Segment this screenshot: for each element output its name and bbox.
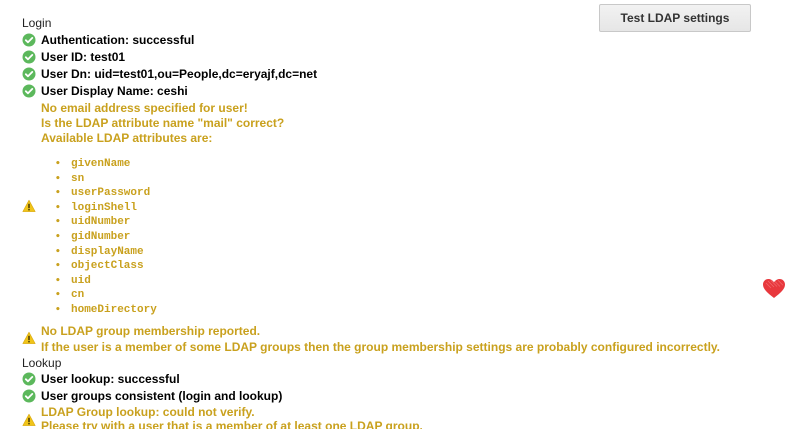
- display-name-text: User Display Name: ceshi: [41, 84, 188, 98]
- list-item: uidNumber: [55, 215, 157, 230]
- group-warning-line2: If the user is a member of some LDAP gro…: [41, 340, 721, 354]
- groups-consistent-status: User groups consistent (login and lookup…: [22, 389, 282, 403]
- check-circle-icon: [22, 67, 36, 81]
- user-id-status: User ID: test01: [22, 50, 125, 64]
- ldap-attribute-list: givenName sn userPassword loginShell uid…: [55, 157, 157, 318]
- check-circle-icon: [22, 84, 36, 98]
- user-lookup-text: User lookup: successful: [41, 372, 180, 386]
- check-circle-icon: [22, 372, 36, 386]
- warning-triangle-icon: [22, 413, 36, 426]
- list-item: objectClass: [55, 259, 157, 274]
- list-item: loginShell: [55, 201, 157, 216]
- list-item: sn: [55, 172, 157, 187]
- warning-triangle-icon: [22, 199, 36, 212]
- group-lookup-warning-line1: LDAP Group lookup: could not verify.: [41, 405, 255, 419]
- user-lookup-status: User lookup: successful: [22, 372, 180, 386]
- group-lookup-warning-line2: Please try with a user that is a member …: [41, 419, 423, 429]
- list-item: homeDirectory: [55, 303, 157, 318]
- group-warning-line1: No LDAP group membership reported.: [41, 324, 261, 338]
- test-ldap-settings-button[interactable]: Test LDAP settings: [599, 4, 751, 32]
- list-item: givenName: [55, 157, 157, 172]
- user-dn-text: User Dn: uid=test01,ou=People,dc=eryajf,…: [41, 67, 318, 81]
- user-dn-status: User Dn: uid=test01,ou=People,dc=eryajf,…: [22, 67, 317, 81]
- authentication-text: Authentication: successful: [41, 33, 195, 47]
- user-id-text: User ID: test01: [41, 50, 126, 64]
- list-item: cn: [55, 288, 157, 303]
- ldap-test-panel: Test LDAP settings Login Authentication:…: [0, 0, 786, 429]
- display-name-status: User Display Name: ceshi: [22, 84, 188, 98]
- groups-consistent-text: User groups consistent (login and lookup…: [41, 389, 283, 403]
- authentication-status: Authentication: successful: [22, 33, 194, 47]
- list-item: gidNumber: [55, 230, 157, 245]
- check-circle-icon: [22, 33, 36, 47]
- list-item: userPassword: [55, 186, 157, 201]
- email-warning-line3: Available LDAP attributes are:: [41, 131, 213, 145]
- email-warning-line2: Is the LDAP attribute name "mail" correc…: [41, 116, 285, 130]
- list-item: displayName: [55, 245, 157, 260]
- heart-icon: [763, 279, 785, 298]
- check-circle-icon: [22, 50, 36, 64]
- list-item: uid: [55, 274, 157, 289]
- check-circle-icon: [22, 389, 36, 403]
- email-warning-line1: No email address specified for user!: [41, 101, 248, 115]
- login-section-title: Login: [22, 16, 52, 30]
- warning-triangle-icon: [22, 331, 36, 344]
- lookup-section-title: Lookup: [22, 356, 62, 370]
